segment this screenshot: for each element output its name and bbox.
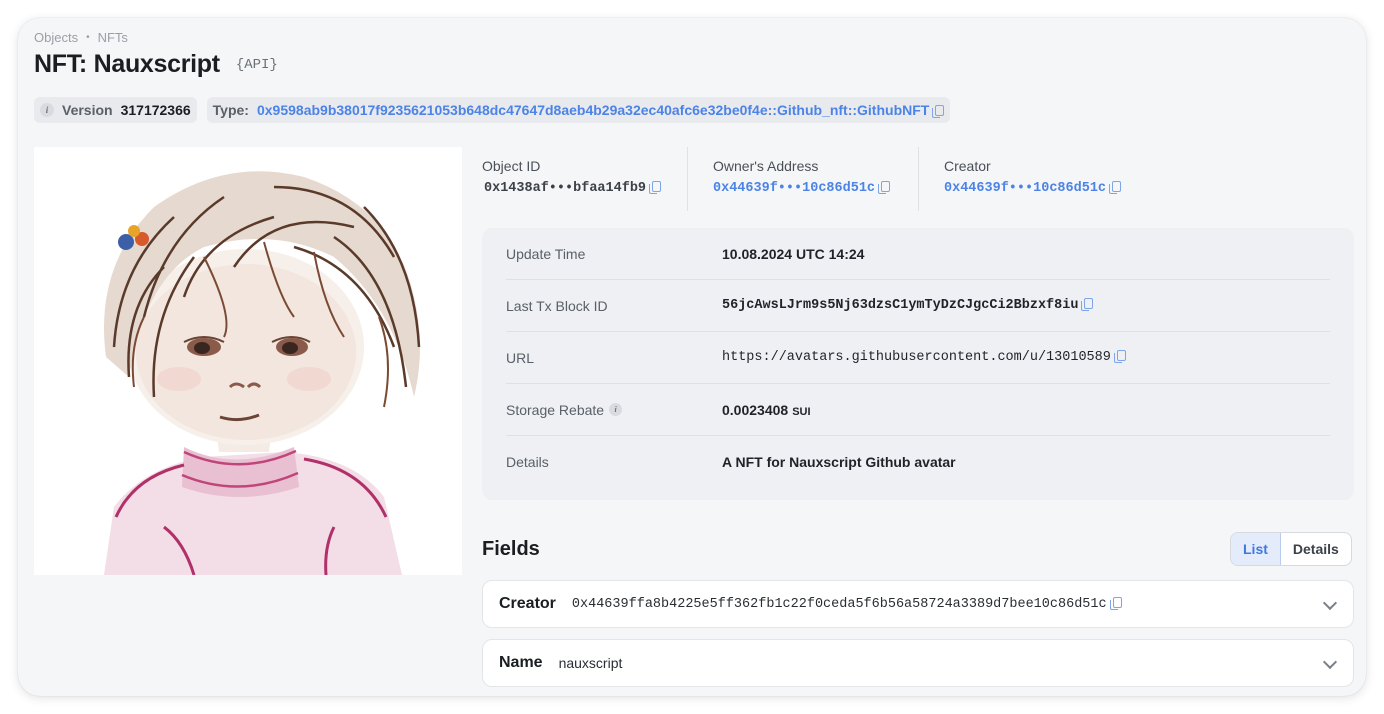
list-view-button[interactable]: List bbox=[1231, 533, 1281, 565]
object-id-section: Object ID 0x1438af•••bfaa14fb9 bbox=[482, 147, 687, 211]
object-card: Objects • NFTs NFT: Nauxscript {API} i V… bbox=[18, 18, 1366, 696]
last-tx-link[interactable]: 56jcAwsLJrm9s5Nj63dzsC1ymTyDzCJgcCi2Bbzx… bbox=[722, 298, 1078, 313]
breadcrumb-objects-link[interactable]: Objects bbox=[34, 30, 78, 45]
owner-address-section: Owner's Address 0x44639f•••10c86d51c bbox=[687, 147, 918, 211]
type-chip: Type: 0x9598ab9b38017f9235621053b648dc47… bbox=[206, 97, 951, 123]
url-row: URL https://avatars.githubusercontent.co… bbox=[506, 332, 1330, 384]
owner-address-value: 0x44639f•••10c86d51c bbox=[713, 181, 918, 196]
api-link[interactable]: {API} bbox=[236, 57, 278, 73]
copy-icon[interactable] bbox=[878, 181, 891, 194]
copy-icon[interactable] bbox=[1109, 181, 1122, 194]
last-tx-row: Last Tx Block ID 56jcAwsLJrm9s5Nj63dzsC1… bbox=[506, 280, 1330, 332]
owner-address-link[interactable]: 0x44639f•••10c86d51c bbox=[713, 181, 875, 196]
update-time-row: Update Time 10.08.2024 UTC 14:24 bbox=[506, 228, 1330, 280]
object-id-value: 0x1438af•••bfaa14fb9 bbox=[482, 181, 687, 196]
creator-label: Creator bbox=[944, 158, 991, 174]
details-view-button[interactable]: Details bbox=[1281, 533, 1351, 565]
ids-row: Object ID 0x1438af•••bfaa14fb9 Owner's A… bbox=[482, 147, 1354, 211]
copy-icon[interactable] bbox=[649, 181, 662, 194]
breadcrumb-separator: • bbox=[86, 32, 90, 43]
type-value-link[interactable]: 0x9598ab9b38017f9235621053b648dc47647d8a… bbox=[257, 102, 929, 118]
storage-rebate-amount: 0.0023408 bbox=[722, 401, 789, 418]
copy-icon[interactable] bbox=[1109, 596, 1122, 610]
page-title: NFT: Nauxscript bbox=[34, 50, 220, 78]
copy-icon[interactable] bbox=[1081, 298, 1094, 311]
info-icon[interactable]: i bbox=[609, 403, 623, 416]
view-toggle: List Details bbox=[1230, 532, 1352, 566]
creator-address-link[interactable]: 0x44639f•••10c86d51c bbox=[944, 181, 1106, 196]
field-name: Name bbox=[499, 654, 543, 671]
breadcrumb: Objects • NFTs bbox=[34, 30, 128, 45]
details-value: A NFT for Nauxscript Github avatar bbox=[722, 454, 956, 470]
field-row-name[interactable]: Name nauxscript bbox=[482, 639, 1354, 687]
url-text: https://avatars.githubusercontent.com/u/… bbox=[722, 350, 1111, 365]
url-value: https://avatars.githubusercontent.com/u/… bbox=[722, 350, 1126, 365]
field-row-creator[interactable]: Creator 0x44639ffa8b4225e5ff362fb1c22f0c… bbox=[482, 580, 1354, 628]
last-tx-label: Last Tx Block ID bbox=[506, 297, 608, 314]
version-value: 317172366 bbox=[120, 102, 191, 118]
version-chip: i Version 317172366 bbox=[34, 97, 197, 123]
details-card: Update Time 10.08.2024 UTC 14:24 Last Tx… bbox=[482, 228, 1354, 500]
storage-rebate-row: Storage Rebate i 0.0023408 SUI bbox=[506, 384, 1330, 436]
version-label: Version bbox=[62, 102, 113, 118]
creator-value: 0x44639f•••10c86d51c bbox=[944, 181, 1218, 196]
last-tx-value: 56jcAwsLJrm9s5Nj63dzsC1ymTyDzCJgcCi2Bbzx… bbox=[722, 298, 1094, 313]
field-name: Creator bbox=[499, 595, 556, 612]
meta-row: i Version 317172366 Type: 0x9598ab9b3801… bbox=[34, 97, 951, 123]
field-value-text: 0x44639ffa8b4225e5ff362fb1c22f0ceda5f6b5… bbox=[571, 596, 1107, 612]
url-label: URL bbox=[506, 349, 535, 366]
update-time-value: 10.08.2024 UTC 14:24 bbox=[722, 245, 865, 262]
copy-icon[interactable] bbox=[932, 104, 945, 118]
details-label: Details bbox=[506, 454, 549, 470]
storage-rebate-label: Storage Rebate bbox=[506, 401, 605, 418]
creator-section: Creator 0x44639f•••10c86d51c bbox=[918, 147, 1218, 211]
breadcrumb-nfts-link[interactable]: NFTs bbox=[98, 30, 128, 45]
field-value: 0x44639ffa8b4225e5ff362fb1c22f0ceda5f6b5… bbox=[571, 596, 1122, 612]
fields-heading: Fields bbox=[482, 538, 540, 560]
copy-icon[interactable] bbox=[1113, 350, 1126, 363]
object-id-label: Object ID bbox=[482, 158, 541, 174]
object-id-text: 0x1438af•••bfaa14fb9 bbox=[484, 181, 647, 196]
owner-address-label: Owner's Address bbox=[713, 158, 819, 174]
info-icon: i bbox=[40, 103, 54, 117]
title-row: NFT: Nauxscript {API} bbox=[34, 50, 278, 79]
nft-image bbox=[34, 147, 462, 575]
details-row: Details A NFT for Nauxscript Github avat… bbox=[506, 436, 1330, 488]
storage-rebate-unit: SUI bbox=[792, 405, 811, 418]
chevron-down-icon[interactable] bbox=[1322, 595, 1338, 611]
storage-rebate-value: 0.0023408 SUI bbox=[722, 402, 811, 418]
type-label: Type: bbox=[212, 102, 249, 118]
chevron-down-icon[interactable] bbox=[1322, 654, 1338, 670]
field-value: nauxscript bbox=[558, 655, 623, 671]
nft-avatar-illustration bbox=[34, 147, 462, 575]
storage-rebate-label-wrap: Storage Rebate i bbox=[506, 402, 722, 418]
update-time-label: Update Time bbox=[506, 245, 586, 262]
